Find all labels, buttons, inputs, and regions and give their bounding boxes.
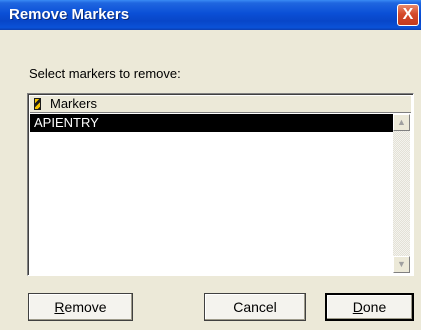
remove-access-key: R bbox=[54, 299, 65, 315]
done-button[interactable]: Done bbox=[325, 293, 414, 321]
column-header-markers[interactable]: Markers bbox=[30, 96, 411, 113]
window-title: Remove Markers bbox=[9, 6, 130, 23]
scroll-down-button[interactable]: ▼ bbox=[393, 256, 410, 273]
remove-button[interactable]: Remove bbox=[28, 293, 133, 321]
arrow-up-icon: ▲ bbox=[397, 117, 406, 127]
scroll-up-button[interactable]: ▲ bbox=[393, 114, 410, 131]
done-access-key: D bbox=[352, 299, 363, 315]
list-item[interactable]: APIENTRY bbox=[30, 114, 393, 132]
cancel-button[interactable]: Cancel bbox=[204, 293, 306, 321]
arrow-down-icon: ▼ bbox=[397, 259, 406, 269]
list-rows: APIENTRY bbox=[30, 114, 393, 273]
close-button[interactable]: X bbox=[397, 4, 419, 26]
done-button-label: one bbox=[362, 299, 387, 315]
remove-button-label: emove bbox=[64, 299, 107, 315]
instruction-label: Select markers to remove: bbox=[29, 66, 181, 81]
title-bar[interactable]: Remove Markers X bbox=[0, 0, 421, 30]
vertical-scrollbar[interactable]: ▲ ▼ bbox=[393, 114, 410, 273]
column-header-label: Markers bbox=[50, 96, 97, 111]
markers-list[interactable]: Markers APIENTRY ▲ ▼ bbox=[27, 93, 414, 276]
marker-stripes-icon bbox=[34, 98, 41, 110]
